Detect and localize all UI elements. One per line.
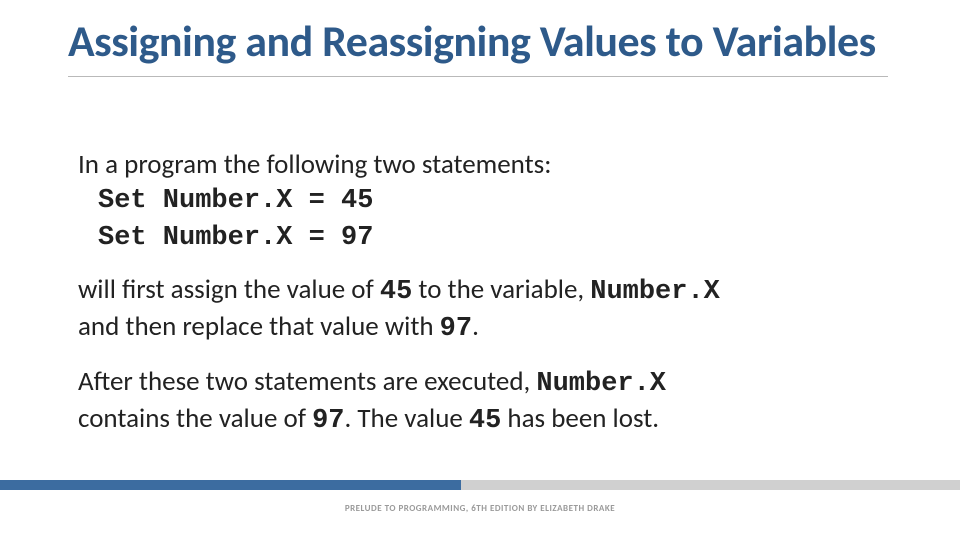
text: will first assign the value of bbox=[78, 273, 380, 306]
slide: { "title": "Assigning and Reassigning Va… bbox=[0, 0, 960, 540]
text: . The value bbox=[344, 402, 468, 435]
explanation-paragraph-1: will first assign the value of 45 to the… bbox=[78, 273, 888, 347]
intro-text: In a program the following two statement… bbox=[78, 148, 551, 181]
text: has been lost. bbox=[501, 402, 659, 435]
code-inline: 97 bbox=[312, 406, 344, 436]
code-statement-2: Set Number.X = 97 bbox=[98, 223, 373, 253]
footer-divider bbox=[0, 480, 960, 490]
text: contains the value of bbox=[78, 402, 312, 435]
code-inline: 97 bbox=[440, 314, 472, 344]
text: . bbox=[472, 310, 479, 343]
code-inline: 45 bbox=[469, 406, 501, 436]
code-inline: Number.X bbox=[536, 369, 666, 399]
slide-body: In a program the following two statement… bbox=[78, 148, 888, 456]
code-inline: Number.X bbox=[590, 277, 720, 307]
footer-text: PRELUDE TO PROGRAMMING, 6TH EDITION BY E… bbox=[0, 503, 960, 514]
text: After these two statements are executed, bbox=[78, 365, 536, 398]
code-statement-1: Set Number.X = 45 bbox=[98, 186, 373, 216]
intro-paragraph: In a program the following two statement… bbox=[78, 148, 888, 255]
code-inline: 45 bbox=[380, 277, 412, 307]
text: to the variable, bbox=[412, 273, 590, 306]
explanation-paragraph-2: After these two statements are executed,… bbox=[78, 365, 888, 439]
text: and then replace that value with bbox=[78, 310, 440, 343]
slide-title: Assigning and Reassigning Values to Vari… bbox=[68, 18, 888, 77]
